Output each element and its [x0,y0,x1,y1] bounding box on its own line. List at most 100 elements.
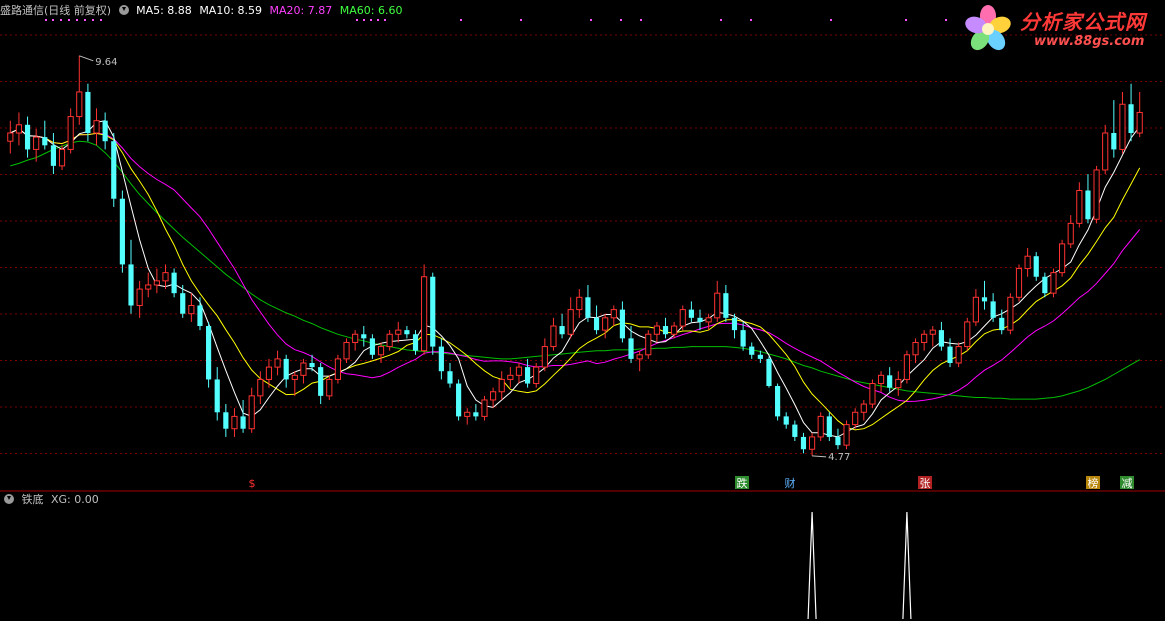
candle-body [585,297,591,318]
candle-body [1042,276,1048,294]
candle-body [947,346,953,363]
candle-body [7,132,14,142]
candle-body [723,293,729,318]
candle-body [835,436,841,446]
candle-body [153,280,160,286]
candle-body [300,362,307,376]
candle-body [334,358,342,380]
event-marker-text: 财 [785,476,796,490]
signal-dots [45,19,947,21]
candle-body [610,309,617,319]
signal-dot [68,19,70,21]
event-marker-text: 减 [1122,477,1133,490]
candle-body [990,301,996,318]
candle-body [903,354,911,380]
candle-body [102,120,108,142]
candle-body [808,436,816,450]
xg-indicator [807,511,912,620]
candle-body [498,378,505,393]
candle-body [921,333,928,343]
candle-body [800,436,807,450]
candle-body [749,346,755,355]
candle-body [395,329,402,335]
candle-body [473,412,479,417]
annotations: 9.64 4.77 [79,55,850,463]
candle-body [58,148,66,167]
candle-body [1024,255,1031,270]
candle-body [1059,243,1066,274]
candle-body [291,374,298,380]
candle-body [361,334,367,339]
candle-body [533,366,540,385]
candle-body [895,378,902,389]
candle-body [576,296,583,311]
candle-body [628,338,634,359]
candle-body [76,91,83,118]
candle-body [369,338,375,355]
candle-body [972,296,979,323]
candle-body [1111,133,1117,150]
candle-body [999,317,1005,331]
candle-body [1136,111,1143,134]
candle-body [257,378,264,397]
candle-body [714,292,721,319]
event-markers: $ 跌 财 张 榜 减 [249,476,1134,490]
signal-dot [830,19,832,21]
candle-body [1015,268,1023,298]
candle-body [507,374,514,380]
ma5-path [10,120,1141,438]
low-label: 4.77 [828,452,850,463]
candles [7,55,1143,456]
candle-body [223,412,229,429]
event-marker-text: 跌 [737,476,748,490]
candle-body [740,330,746,347]
candle-body [783,416,789,425]
candle-body [206,326,212,380]
signal-dot [520,19,522,21]
logo: 分析家公式网 www.88gs.com [964,2,1162,56]
candle-body [412,334,419,351]
candle-body [188,305,195,315]
signal-dot [460,19,462,21]
candle-body [180,293,186,314]
candle-body [1102,132,1109,171]
candle-body [128,264,134,306]
candle-body [697,317,703,322]
xg-spike [902,511,912,620]
event-marker-text: 张 [920,477,931,490]
signal-dot [76,19,78,21]
candle-body [214,379,220,413]
candle-body [843,424,850,446]
candle-body [231,415,238,430]
candle-body [826,416,832,437]
candle-body [248,395,255,430]
candle-body [42,137,48,146]
candle-body [792,424,798,437]
candle-body [619,309,626,339]
signal-dot [92,19,94,21]
candle-body [430,276,436,347]
signal-dot [590,19,592,21]
candle-body [671,325,678,335]
candle-body [524,367,531,384]
candle-body [50,145,57,166]
candle-body [240,416,246,429]
candle-body [731,317,738,331]
candle-body [515,366,523,376]
signal-dot [52,19,54,21]
candle-body [567,309,574,335]
candle-body [550,325,557,348]
signal-dot [356,19,358,21]
logo-url: www.88gs.com [1034,34,1145,49]
candle-body [352,333,359,343]
candle-body [404,330,410,335]
signal-dot [620,19,622,21]
candle-body [852,411,859,426]
signal-dot [720,19,722,21]
candle-body [421,276,428,352]
candle-body [1119,103,1126,150]
low-pointer [812,455,827,458]
candle-body [1076,190,1083,224]
signal-dot [363,19,365,21]
candle-body [1128,104,1134,133]
